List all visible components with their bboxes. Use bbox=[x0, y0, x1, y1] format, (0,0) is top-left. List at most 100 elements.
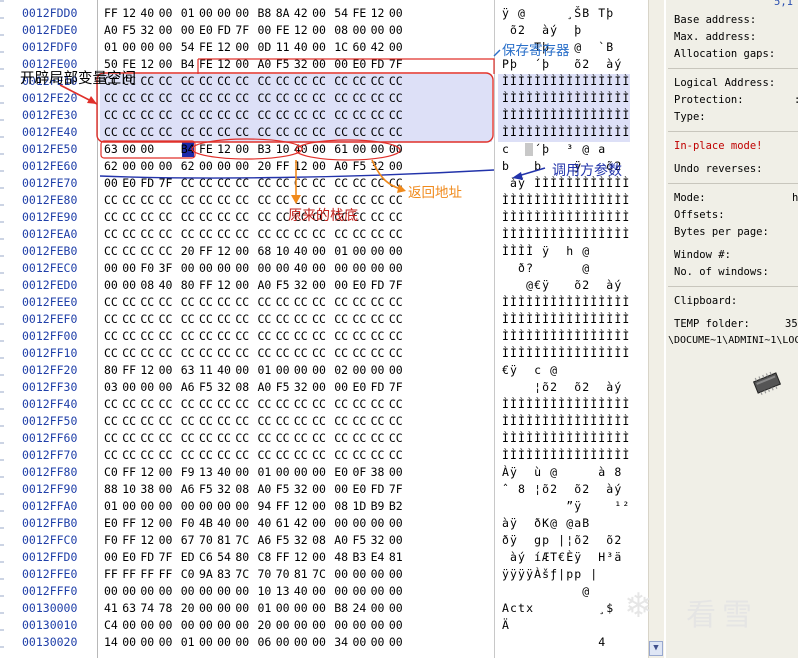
hex-byte[interactable]: CC bbox=[140, 90, 158, 107]
hex-byte[interactable]: CC bbox=[352, 90, 370, 107]
hex-byte[interactable]: 00 bbox=[312, 549, 330, 566]
hex-byte[interactable]: 81 bbox=[389, 549, 407, 566]
row-hex-bytes[interactable]: 63 00 00 00 B4 FE 12 00 B3 10 40 00 61 00 00 00 bbox=[104, 141, 407, 158]
hex-byte[interactable]: B3 bbox=[258, 141, 276, 158]
hex-byte[interactable]: CC bbox=[217, 413, 235, 430]
hex-byte[interactable]: CC bbox=[181, 226, 199, 243]
hex-byte[interactable]: CC bbox=[294, 175, 312, 192]
hex-byte[interactable]: CC bbox=[371, 396, 389, 413]
hex-byte[interactable]: 08 bbox=[140, 277, 158, 294]
row-hex-bytes[interactable]: CC CC CC CC CC CC CC CC CC CC CC CC CC CC CC CC bbox=[104, 192, 407, 209]
hex-byte[interactable]: CC bbox=[389, 311, 407, 328]
hex-byte[interactable]: B8 bbox=[258, 5, 276, 22]
hex-byte[interactable]: 12 bbox=[371, 5, 389, 22]
hex-byte[interactable]: 20 bbox=[181, 243, 199, 260]
hex-byte[interactable]: CC bbox=[258, 73, 276, 90]
hex-byte[interactable]: 12 bbox=[122, 5, 140, 22]
hex-byte[interactable]: 00 bbox=[276, 464, 294, 481]
hex-byte[interactable]: 40 bbox=[294, 583, 312, 600]
hex-byte[interactable]: 00 bbox=[159, 141, 177, 158]
hex-byte[interactable]: CC bbox=[122, 430, 140, 447]
hex-byte[interactable]: F5 bbox=[199, 379, 217, 396]
hex-byte[interactable]: CC bbox=[312, 124, 330, 141]
row-hex-bytes[interactable]: CC CC CC CC CC CC CC CC CC CC CC CC CC CC CC CC bbox=[104, 328, 407, 345]
hex-byte[interactable]: CC bbox=[140, 430, 158, 447]
hex-byte[interactable]: 00 bbox=[389, 141, 407, 158]
hex-byte[interactable]: CC bbox=[352, 107, 370, 124]
hex-byte[interactable]: F0 bbox=[140, 260, 158, 277]
hex-byte[interactable]: 00 bbox=[352, 362, 370, 379]
hex-byte[interactable]: CC bbox=[199, 345, 217, 362]
hex-byte[interactable]: 94 bbox=[258, 498, 276, 515]
hex-byte[interactable]: 10 bbox=[122, 481, 140, 498]
hex-byte[interactable]: CC bbox=[258, 294, 276, 311]
hex-byte[interactable]: 00 bbox=[122, 260, 140, 277]
row-ascii[interactable]: ”ÿ ¹² bbox=[502, 498, 630, 515]
hex-byte[interactable]: CC bbox=[334, 107, 352, 124]
hex-byte[interactable]: F9 bbox=[181, 464, 199, 481]
hex-byte[interactable]: CC bbox=[258, 328, 276, 345]
hex-byte[interactable]: CC bbox=[235, 294, 253, 311]
hex-byte[interactable]: CC bbox=[371, 311, 389, 328]
hex-byte[interactable]: 32 bbox=[294, 532, 312, 549]
hex-byte[interactable]: CC bbox=[312, 107, 330, 124]
hex-byte[interactable]: CC bbox=[371, 413, 389, 430]
row-ascii[interactable]: ÌÌÌÌÌÌÌÌÌÌÌÌÌÌÌÌ bbox=[502, 311, 630, 328]
hex-byte[interactable]: CC bbox=[371, 90, 389, 107]
hex-byte[interactable]: CC bbox=[199, 413, 217, 430]
hex-byte[interactable]: 00 bbox=[389, 617, 407, 634]
hex-byte[interactable]: CC bbox=[140, 209, 158, 226]
hex-byte[interactable]: F5 bbox=[122, 22, 140, 39]
hex-byte[interactable]: F5 bbox=[276, 379, 294, 396]
hex-byte[interactable]: 12 bbox=[294, 22, 312, 39]
hex-byte[interactable]: 68 bbox=[258, 243, 276, 260]
hex-byte[interactable]: CC bbox=[104, 209, 122, 226]
row-ascii[interactable]: @ bbox=[502, 583, 630, 600]
hex-byte[interactable]: CC bbox=[235, 328, 253, 345]
hex-byte[interactable]: CC bbox=[122, 311, 140, 328]
hex-byte[interactable]: CC bbox=[276, 73, 294, 90]
hex-byte[interactable]: 00 bbox=[352, 260, 370, 277]
hex-byte[interactable]: 7F bbox=[389, 481, 407, 498]
hex-byte[interactable]: 12 bbox=[217, 39, 235, 56]
hex-byte[interactable]: 00 bbox=[334, 379, 352, 396]
hex-byte[interactable]: 1D bbox=[352, 498, 370, 515]
hex-byte[interactable]: 08 bbox=[334, 498, 352, 515]
hex-byte[interactable]: 00 bbox=[181, 498, 199, 515]
hex-byte[interactable]: CC bbox=[294, 328, 312, 345]
hex-byte[interactable]: CC bbox=[389, 430, 407, 447]
row-ascii[interactable]: àý íÆT€Èÿ H³ä bbox=[502, 549, 630, 566]
hex-byte[interactable]: 00 bbox=[217, 583, 235, 600]
hex-byte[interactable]: CC bbox=[258, 447, 276, 464]
hex-byte[interactable]: 00 bbox=[312, 600, 330, 617]
hex-byte[interactable]: 00 bbox=[312, 277, 330, 294]
hex-byte[interactable]: 20 bbox=[258, 158, 276, 175]
hex-byte[interactable]: CC bbox=[217, 175, 235, 192]
hex-byte[interactable]: CC bbox=[104, 396, 122, 413]
hex-byte[interactable]: 00 bbox=[294, 362, 312, 379]
hex-byte[interactable]: A0 bbox=[104, 22, 122, 39]
hex-byte[interactable]: 00 bbox=[389, 532, 407, 549]
hex-byte[interactable]: 00 bbox=[181, 617, 199, 634]
hex-byte[interactable]: 70 bbox=[258, 566, 276, 583]
hex-byte[interactable]: CC bbox=[104, 328, 122, 345]
hex-byte[interactable]: 00 bbox=[312, 243, 330, 260]
hex-byte[interactable]: 02 bbox=[334, 362, 352, 379]
hex-byte[interactable]: 00 bbox=[312, 141, 330, 158]
hex-byte[interactable]: 81 bbox=[217, 532, 235, 549]
hex-byte[interactable]: CC bbox=[312, 73, 330, 90]
hex-byte[interactable]: CC bbox=[294, 73, 312, 90]
hex-byte[interactable]: 00 bbox=[312, 22, 330, 39]
row-hex-bytes[interactable]: CC CC CC CC CC CC CC CC CC CC CC CC CC CC CC CC bbox=[104, 447, 407, 464]
hex-byte[interactable]: 8A bbox=[276, 5, 294, 22]
hex-byte[interactable]: CC bbox=[199, 107, 217, 124]
hex-byte[interactable]: CC bbox=[235, 90, 253, 107]
hex-byte[interactable]: 14 bbox=[104, 634, 122, 651]
hex-byte[interactable]: A0 bbox=[334, 158, 352, 175]
hex-byte[interactable]: 11 bbox=[276, 39, 294, 56]
hex-byte[interactable]: 54 bbox=[181, 39, 199, 56]
hex-byte[interactable]: CC bbox=[258, 413, 276, 430]
hex-byte[interactable]: CC bbox=[104, 447, 122, 464]
hex-byte[interactable]: 00 bbox=[258, 22, 276, 39]
row-hex-bytes[interactable]: C4 00 00 00 00 00 00 00 20 00 00 00 00 00 00 00 bbox=[104, 617, 407, 634]
